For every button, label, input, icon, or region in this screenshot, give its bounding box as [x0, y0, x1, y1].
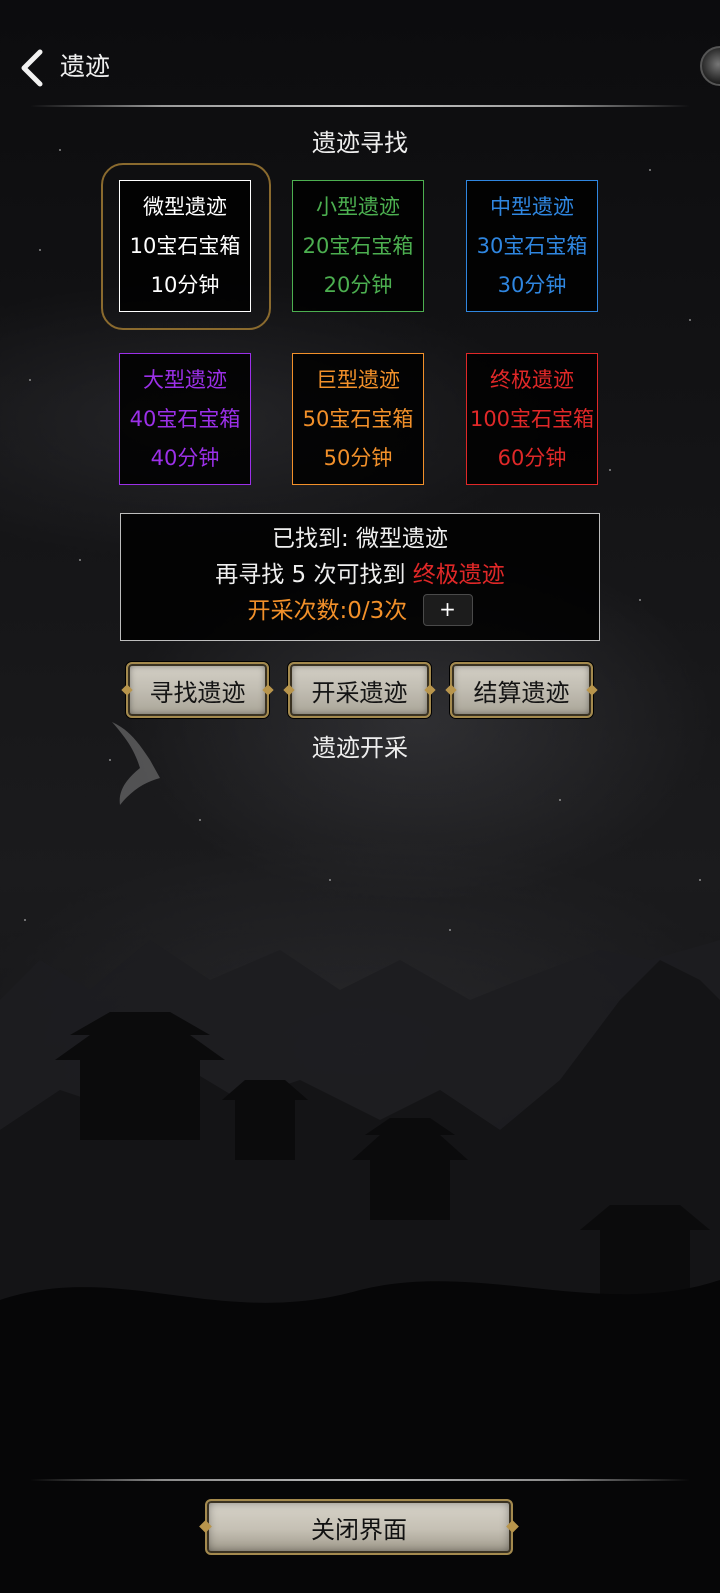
footer-divider — [30, 1479, 690, 1481]
ruin-name: 巨型遗迹 — [316, 367, 400, 392]
ruin-reward: 40宝石宝箱 — [129, 406, 241, 431]
ruin-card-ultimate[interactable]: 终极遗迹 100宝石宝箱 60分钟 — [466, 353, 598, 485]
mine-ruin-button[interactable]: 开采遗迹 — [288, 662, 431, 718]
ruin-duration: 40分钟 — [150, 446, 220, 471]
found-value: 微型遗迹 — [356, 526, 449, 552]
ruin-duration: 60分钟 — [497, 446, 567, 471]
found-line: 已找到: 微型遗迹 — [121, 521, 599, 557]
mining-value: 0/3次 — [347, 598, 408, 624]
target-ruin: 终极遗迹 — [412, 562, 505, 588]
search-progress-line: 再寻找 5 次可找到 终极遗迹 — [121, 557, 599, 593]
ruin-name: 小型遗迹 — [316, 194, 400, 219]
ruin-card-medium[interactable]: 中型遗迹 30宝石宝箱 30分钟 — [466, 180, 598, 312]
ruin-reward: 30宝石宝箱 — [476, 233, 588, 258]
ruin-card-micro[interactable]: 微型遗迹 10宝石宝箱 10分钟 — [119, 180, 251, 312]
search-count: 5 — [291, 562, 307, 588]
chevron-left-icon[interactable] — [18, 48, 46, 88]
search-prefix: 再寻找 — [215, 562, 285, 588]
ruin-name: 微型遗迹 — [143, 194, 227, 219]
search-status-panel: 已找到: 微型遗迹 再寻找 5 次可找到 终极遗迹 开采次数:0/3次 + — [120, 513, 600, 641]
ruin-duration: 10分钟 — [150, 273, 220, 298]
ruin-name: 大型遗迹 — [143, 367, 227, 392]
ruin-card-small[interactable]: 小型遗迹 20宝石宝箱 20分钟 — [292, 180, 424, 312]
ruin-reward: 50宝石宝箱 — [302, 406, 414, 431]
ruin-reward: 100宝石宝箱 — [469, 406, 595, 431]
settle-ruin-button[interactable]: 结算遗迹 — [450, 662, 593, 718]
page-title: 遗迹 — [60, 52, 111, 81]
ruin-card-huge[interactable]: 巨型遗迹 50宝石宝箱 50分钟 — [292, 353, 424, 485]
ruin-card-large[interactable]: 大型遗迹 40宝石宝箱 40分钟 — [119, 353, 251, 485]
ruin-reward: 20宝石宝箱 — [302, 233, 414, 258]
ruin-name: 终极遗迹 — [490, 367, 574, 392]
add-mining-button[interactable]: + — [422, 593, 473, 626]
mining-label: 开采次数: — [247, 598, 348, 624]
ruin-name: 中型遗迹 — [490, 194, 574, 219]
search-ruin-button[interactable]: 寻找遗迹 — [126, 662, 269, 718]
ruin-duration: 30分钟 — [497, 273, 567, 298]
orb-icon[interactable] — [700, 46, 720, 86]
found-label: 已找到: — [271, 526, 349, 552]
ruin-reward: 10宝石宝箱 — [129, 233, 241, 258]
ruin-duration: 20分钟 — [323, 273, 393, 298]
search-suffix: 次可找到 — [313, 562, 406, 588]
section-title-search: 遗迹寻找 — [312, 129, 408, 157]
ruin-duration: 50分钟 — [323, 446, 393, 471]
header-divider — [30, 105, 690, 107]
mining-count-line: 开采次数:0/3次 + — [121, 593, 599, 629]
section-title-mining: 遗迹开采 — [312, 734, 408, 762]
close-button[interactable]: 关闭界面 — [205, 1499, 513, 1555]
